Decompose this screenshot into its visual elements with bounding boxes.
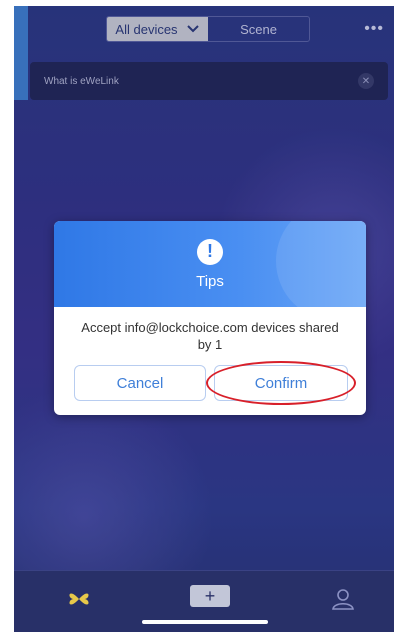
confirm-highlight-ring <box>206 361 356 405</box>
alert-glyph: ! <box>207 241 213 261</box>
dialog-title: Tips <box>196 272 224 290</box>
profile-icon[interactable] <box>330 587 356 611</box>
home-indicator[interactable] <box>142 620 268 624</box>
add-glyph: + <box>204 585 216 606</box>
add-icon[interactable]: + <box>190 585 230 607</box>
alert-icon: ! <box>197 238 223 265</box>
dialog-header: ! Tips <box>54 221 366 321</box>
header-decoration <box>276 221 366 321</box>
cancel-button[interactable]: Cancel <box>74 365 206 401</box>
devices-grid-icon[interactable] <box>66 587 92 611</box>
